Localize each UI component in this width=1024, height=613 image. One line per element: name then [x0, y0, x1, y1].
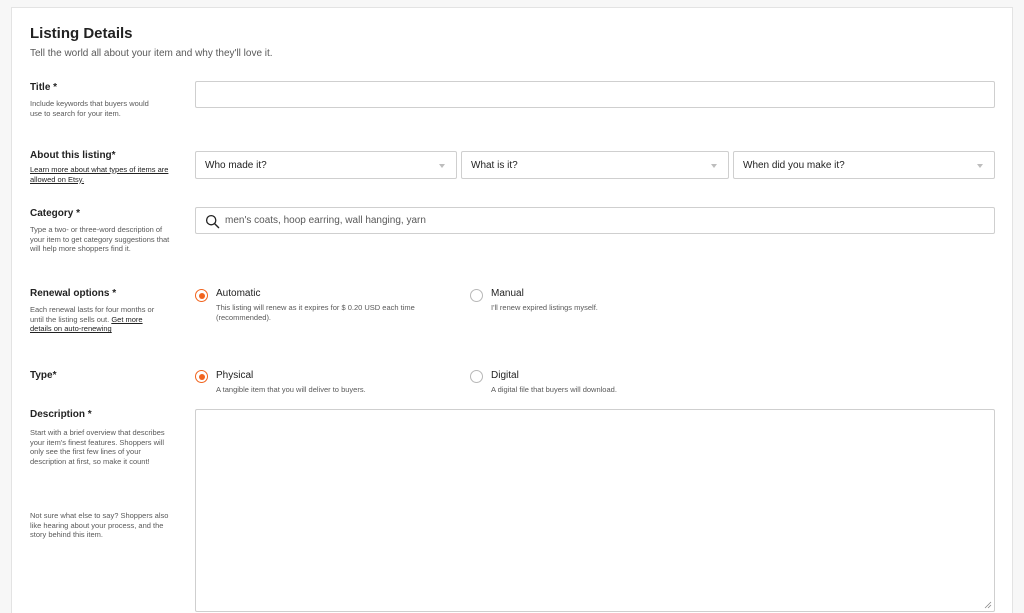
- renewal-manual-label[interactable]: Manual: [491, 288, 524, 299]
- resize-handle-icon[interactable]: [984, 601, 992, 609]
- what-is-it-select[interactable]: What is it?: [461, 151, 729, 179]
- renewal-manual-radio[interactable]: [470, 289, 483, 302]
- title-label: Title *: [30, 82, 58, 93]
- category-placeholder: men's coats, hoop earring, wall hanging,…: [225, 215, 426, 226]
- chevron-down-icon: [977, 164, 983, 168]
- description-label: Description *: [30, 409, 92, 420]
- description-textarea[interactable]: [195, 409, 995, 612]
- category-search-input[interactable]: men's coats, hoop earring, wall hanging,…: [195, 207, 995, 234]
- title-help: Include keywords that buyers would use t…: [30, 99, 149, 118]
- renewal-label: Renewal options *: [30, 288, 117, 299]
- renewal-automatic-radio[interactable]: [195, 289, 208, 302]
- who-made-value: Who made it?: [205, 160, 267, 171]
- renewal-manual-desc: I'll renew expired listings myself.: [491, 303, 598, 312]
- who-made-select[interactable]: Who made it?: [195, 151, 457, 179]
- type-digital-label[interactable]: Digital: [491, 370, 519, 381]
- when-made-select[interactable]: When did you make it?: [733, 151, 995, 179]
- description-help-1: Start with a brief overview that describ…: [30, 428, 165, 466]
- type-digital-radio[interactable]: [470, 370, 483, 383]
- when-made-value: When did you make it?: [743, 160, 845, 171]
- renewal-automatic-desc: This listing will renew as it expires fo…: [216, 303, 415, 322]
- category-label: Category *: [30, 208, 81, 219]
- what-is-it-value: What is it?: [471, 160, 518, 171]
- chevron-down-icon: [439, 164, 445, 168]
- type-physical-radio[interactable]: [195, 370, 208, 383]
- section-title: Listing Details: [30, 25, 133, 42]
- about-help-link[interactable]: Learn more about what types of items are…: [30, 165, 170, 184]
- type-physical-desc: A tangible item that you will deliver to…: [216, 385, 366, 394]
- renewal-help: Each renewal lasts for four months or un…: [30, 305, 164, 334]
- type-digital-desc: A digital file that buyers will download…: [491, 385, 617, 394]
- type-physical-label[interactable]: Physical: [216, 370, 253, 381]
- about-label: About this listing*: [30, 150, 116, 161]
- category-help: Type a two- or three-word description of…: [30, 225, 170, 254]
- renewal-automatic-label[interactable]: Automatic: [216, 288, 260, 299]
- listing-details-card: Listing Details Tell the world all about…: [11, 7, 1013, 613]
- chevron-down-icon: [711, 164, 717, 168]
- title-input[interactable]: [195, 81, 995, 108]
- section-subtitle: Tell the world all about your item and w…: [30, 48, 273, 59]
- search-icon: [205, 214, 220, 229]
- type-label: Type*: [30, 370, 57, 381]
- description-help-2: Not sure what else to say? Shoppers also…: [30, 511, 169, 540]
